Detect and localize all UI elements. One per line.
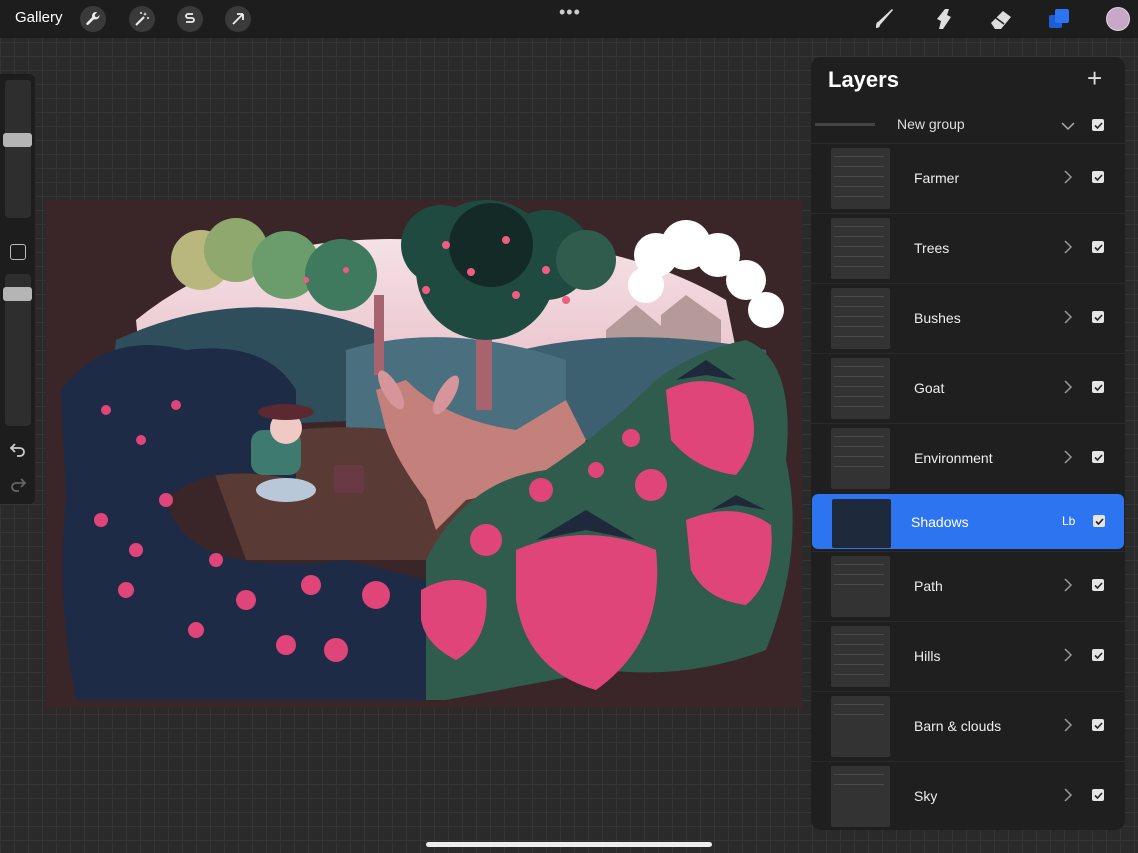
opacity-thumb[interactable]	[3, 287, 32, 301]
layer-row-sky[interactable]: Sky	[811, 761, 1125, 830]
gallery-button[interactable]: Gallery	[15, 9, 63, 26]
layer-name: Farmer	[914, 170, 960, 186]
layer-name: Barn & clouds	[914, 718, 1002, 734]
chevron-right-icon[interactable]	[1063, 310, 1073, 324]
chevron-right-icon[interactable]	[1063, 240, 1073, 254]
layer-visibility-checkbox[interactable]	[1092, 241, 1104, 253]
smudge-icon[interactable]	[930, 6, 956, 32]
layer-row-shadows[interactable]: Shadows Lb	[812, 494, 1124, 549]
brush-icon[interactable]	[872, 6, 898, 32]
layer-thumbnail	[831, 556, 890, 617]
layer-name: Shadows	[911, 514, 969, 530]
layer-thumbnail	[832, 499, 891, 548]
group-visibility-checkbox[interactable]	[1092, 119, 1104, 131]
layer-row-trees[interactable]: Trees	[811, 213, 1125, 282]
more-options-icon[interactable]: •••	[559, 2, 581, 23]
layer-name: Hills	[914, 648, 941, 664]
selection-s-icon[interactable]	[177, 6, 203, 32]
layer-name: Bushes	[914, 310, 961, 326]
layers-panel: Layers + New group Farmer Trees Bushes G…	[811, 57, 1125, 830]
layer-visibility-checkbox[interactable]	[1092, 579, 1104, 591]
layer-name: Sky	[914, 788, 938, 804]
group-label: New group	[897, 116, 965, 132]
wrench-icon[interactable]	[80, 6, 106, 32]
layer-visibility-checkbox[interactable]	[1092, 381, 1104, 393]
layer-visibility-checkbox[interactable]	[1092, 451, 1104, 463]
chevron-right-icon[interactable]	[1063, 648, 1073, 662]
chevron-right-icon[interactable]	[1063, 450, 1073, 464]
layers-panel-title: Layers	[828, 67, 899, 92]
chevron-down-icon[interactable]	[1061, 121, 1075, 131]
eraser-icon[interactable]	[988, 6, 1014, 32]
drawing-canvas[interactable]	[46, 200, 802, 708]
chevron-right-icon[interactable]	[1063, 170, 1073, 184]
left-sidebar	[0, 74, 35, 504]
color-picker-swatch[interactable]	[1106, 7, 1130, 31]
layer-row-path[interactable]: Path	[811, 551, 1125, 620]
group-thumbnail-line	[815, 123, 875, 126]
modify-button[interactable]	[10, 244, 26, 260]
layer-name: Environment	[914, 450, 993, 466]
chevron-right-icon[interactable]	[1063, 380, 1073, 394]
layer-visibility-checkbox[interactable]	[1092, 171, 1104, 183]
chevron-right-icon[interactable]	[1063, 788, 1073, 802]
layer-visibility-checkbox[interactable]	[1092, 789, 1104, 801]
artwork-illustration	[61, 200, 793, 700]
layers-icon[interactable]	[1046, 6, 1072, 32]
chevron-right-icon[interactable]	[1063, 578, 1073, 592]
layer-visibility-checkbox[interactable]	[1092, 649, 1104, 661]
chevron-right-icon[interactable]	[1063, 718, 1073, 732]
brush-size-thumb[interactable]	[3, 133, 32, 147]
layer-thumbnail	[831, 696, 890, 757]
add-layer-button[interactable]: +	[1087, 65, 1109, 91]
layer-visibility-checkbox[interactable]	[1092, 311, 1104, 323]
layer-name: Path	[914, 578, 943, 594]
layer-row-bushes[interactable]: Bushes	[811, 283, 1125, 352]
layer-row-environment[interactable]: Environment	[811, 423, 1125, 492]
layer-name: Trees	[914, 240, 950, 256]
home-indicator[interactable]	[426, 842, 712, 847]
magic-wand-icon[interactable]	[129, 6, 155, 32]
layer-thumbnail	[831, 288, 890, 349]
layer-thumbnail	[831, 148, 890, 209]
layer-thumbnail	[831, 218, 890, 279]
blend-mode-label[interactable]: Lb	[1062, 514, 1075, 528]
top-toolbar: Gallery •••	[0, 0, 1138, 38]
layer-name: Goat	[914, 380, 945, 396]
layer-row-barn-clouds[interactable]: Barn & clouds	[811, 691, 1125, 760]
arrow-cursor-icon[interactable]	[225, 6, 251, 32]
layer-row-farmer[interactable]: Farmer	[811, 143, 1125, 212]
layer-row-goat[interactable]: Goat	[811, 353, 1125, 422]
redo-icon[interactable]	[9, 475, 27, 493]
undo-icon[interactable]	[9, 440, 27, 458]
layer-group-row[interactable]: New group	[811, 109, 1125, 143]
layer-visibility-checkbox[interactable]	[1092, 719, 1104, 731]
layer-thumbnail	[831, 428, 890, 489]
layer-thumbnail	[831, 358, 890, 419]
layer-visibility-checkbox[interactable]	[1093, 515, 1105, 527]
layer-thumbnail	[831, 626, 890, 687]
brush-size-slider[interactable]	[5, 80, 31, 218]
layer-thumbnail	[831, 766, 890, 827]
layer-row-hills[interactable]: Hills	[811, 621, 1125, 690]
